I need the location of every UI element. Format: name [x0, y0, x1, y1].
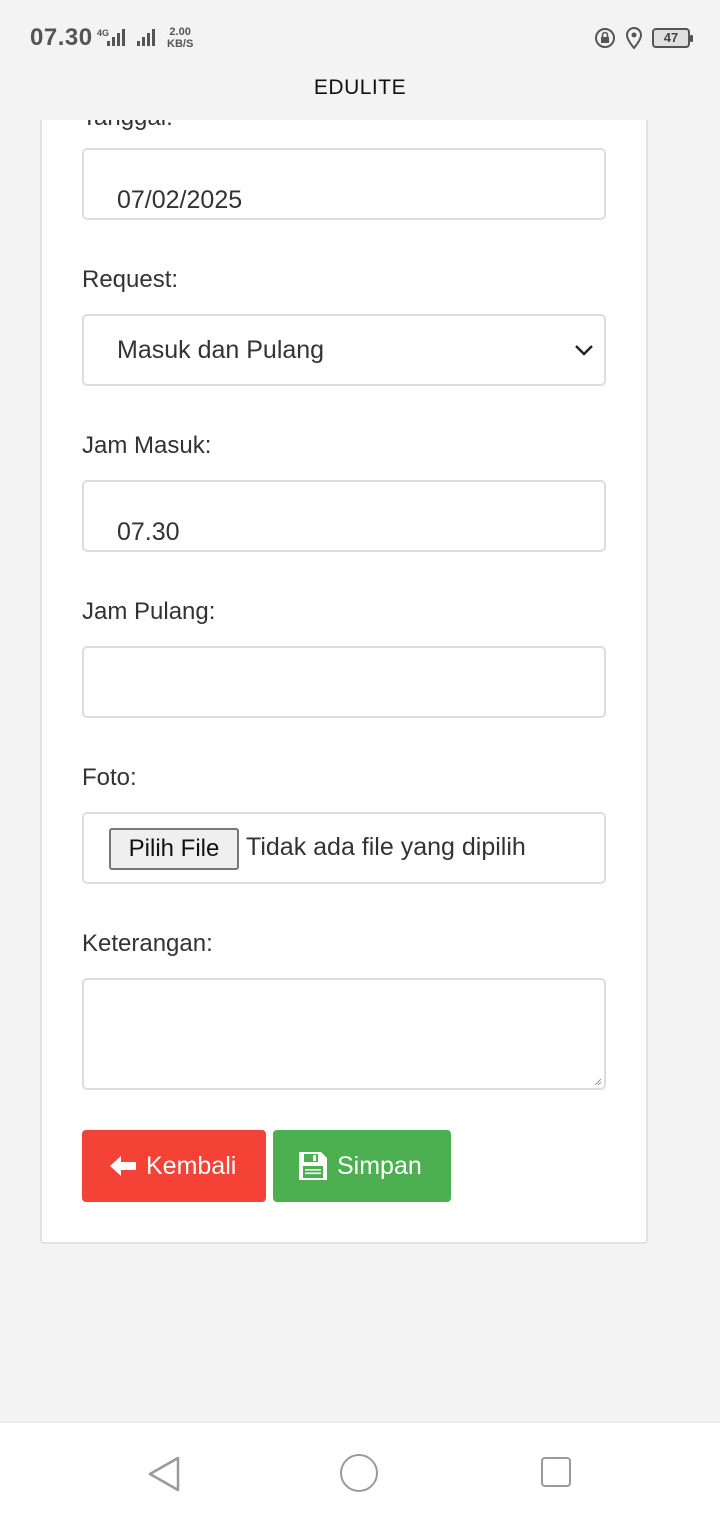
home-circle-icon[interactable] — [340, 1454, 378, 1492]
keterangan-label: Keterangan: — [82, 930, 213, 957]
jam-masuk-label: Jam Masuk: — [82, 432, 212, 459]
tanggal-value: 07/02/2025 — [117, 186, 243, 214]
request-selected-value: Masuk dan Pulang — [117, 336, 325, 364]
foto-label: Foto: — [82, 764, 137, 791]
request-label: Request: — [82, 266, 179, 293]
jam-pulang-input[interactable] — [82, 646, 606, 718]
app-title: EDULITE — [0, 72, 720, 120]
back-button-label: Kembali — [146, 1151, 237, 1180]
back-button[interactable]: Kembali — [82, 1130, 266, 1202]
request-select[interactable]: Masuk dan Pulang — [82, 314, 606, 386]
battery-icon: 47 — [652, 28, 693, 48]
jam-pulang-label: Jam Pulang: — [82, 598, 216, 625]
save-button[interactable]: Simpan — [273, 1130, 451, 1202]
network-speed: 2.00 KB/S — [167, 26, 193, 50]
arrow-left-icon — [110, 1156, 136, 1176]
system-nav-bar — [0, 1422, 720, 1520]
tanggal-input[interactable]: 07/02/2025 — [82, 148, 606, 220]
location-icon — [625, 26, 643, 50]
network-type: 4G — [97, 28, 110, 38]
recents-square-icon[interactable] — [541, 1457, 571, 1487]
jam-masuk-input[interactable]: 07.30 — [82, 480, 606, 552]
back-triangle-icon[interactable] — [146, 1455, 182, 1493]
choose-file-button[interactable]: Pilih File — [109, 828, 239, 870]
floppy-disk-icon — [299, 1152, 327, 1180]
chevron-down-icon — [575, 345, 593, 356]
speed-value: 2.00 — [169, 26, 191, 38]
jam-masuk-value: 07.30 — [117, 518, 180, 546]
signal-icon: 4G — [97, 26, 155, 46]
rotation-lock-icon — [595, 28, 615, 48]
file-status-text: Tidak ada file yang dipilih — [246, 833, 526, 861]
keterangan-textarea[interactable] — [82, 978, 606, 1090]
speed-unit: KB/S — [167, 38, 194, 50]
save-button-label: Simpan — [337, 1151, 422, 1180]
status-time: 07.30 — [30, 24, 93, 51]
foto-file-input[interactable]: Pilih File Tidak ada file yang dipilih — [82, 812, 606, 884]
resize-grip-icon[interactable] — [594, 1078, 602, 1086]
status-bar: 07.30 4G 2.00 KB/S 47 — [0, 0, 720, 72]
